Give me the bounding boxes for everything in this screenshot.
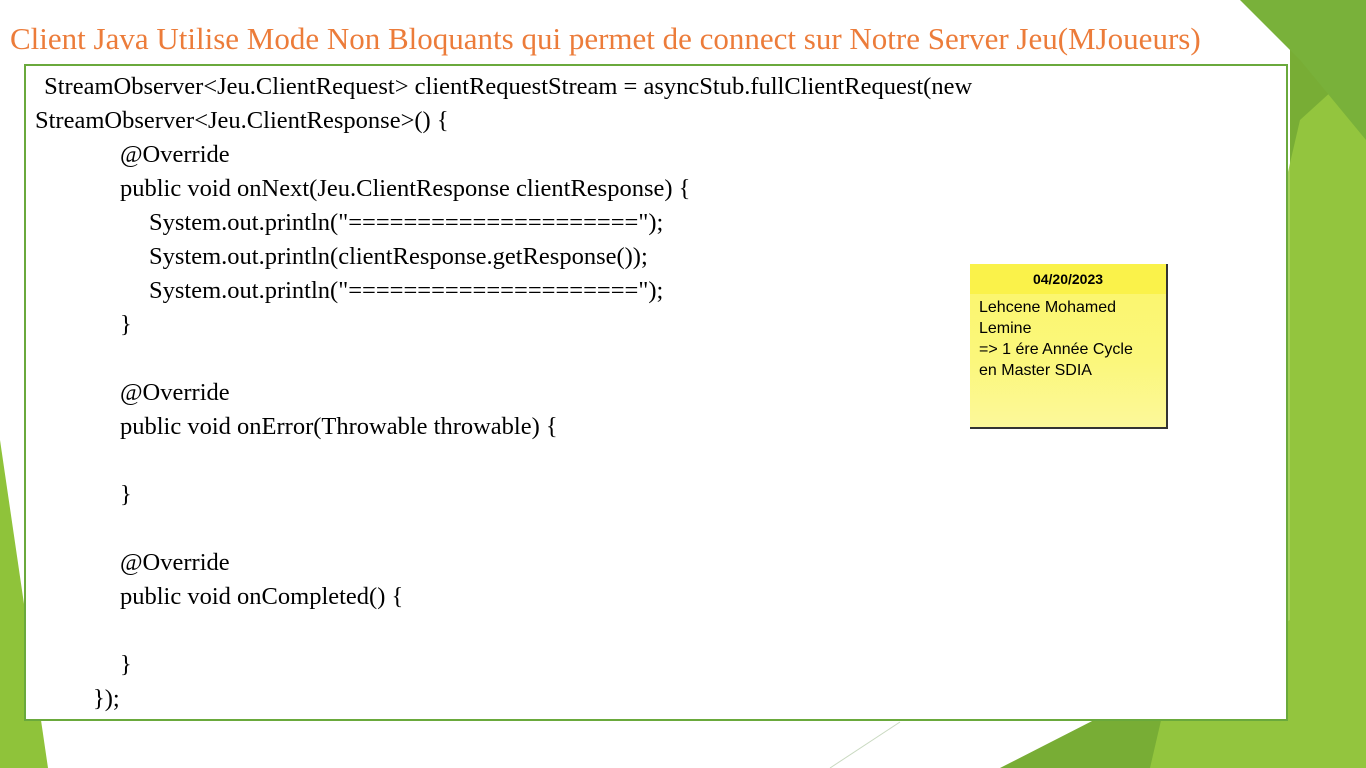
sticky-note-line-3: => 1 ére Année Cycle	[979, 341, 1133, 358]
code-line-14: }	[120, 651, 132, 678]
code-line-12: @Override	[120, 549, 230, 576]
sticky-note-body: Lehcene Mohamed Lemine => 1 ére Année Cy…	[970, 294, 1166, 381]
sticky-note-line-1: Lehcene Mohamed	[979, 299, 1116, 316]
sticky-note-line-2: Lemine	[979, 320, 1032, 337]
code-line-10: public void onError(Throwable throwable)…	[120, 413, 558, 440]
code-line-13: public void onCompleted() {	[120, 583, 404, 610]
code-line-9: @Override	[120, 379, 230, 406]
code-line-4: public void onNext(Jeu.ClientResponse cl…	[120, 175, 691, 202]
code-line-5: System.out.println("====================…	[149, 209, 664, 236]
code-line-1: StreamObserver<Jeu.ClientRequest> client…	[38, 73, 973, 100]
sticky-note-line-4: en Master SDIA	[979, 362, 1092, 379]
code-line-7: System.out.println("====================…	[149, 277, 664, 304]
slide-title: Client Java Utilise Mode Non Bloquants q…	[10, 21, 1201, 56]
code-line-2: StreamObserver<Jeu.ClientResponse>() {	[35, 107, 449, 134]
bg-thin-line	[829, 721, 901, 768]
sticky-note-date: 04/20/2023	[970, 264, 1166, 294]
code-line-11: }	[120, 481, 132, 508]
code-line-3: @Override	[120, 141, 230, 168]
code-line-15: });	[93, 685, 120, 712]
code-line-6: System.out.println(clientResponse.getRes…	[149, 243, 648, 270]
sticky-note[interactable]: 04/20/2023 Lehcene Mohamed Lemine => 1 é…	[970, 264, 1168, 429]
code-line-8: }	[120, 311, 132, 338]
